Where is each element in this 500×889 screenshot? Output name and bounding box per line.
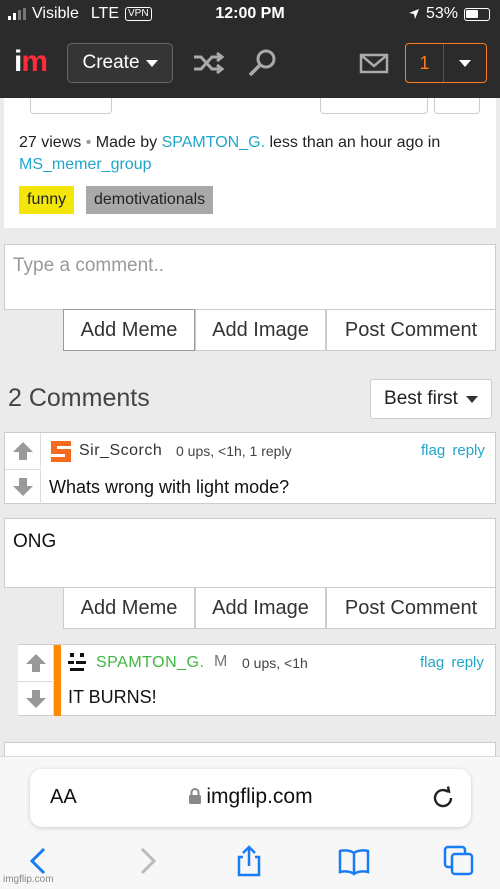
tag-demotivationals[interactable]: demotivationals [86,186,214,214]
battery-icon [464,7,490,21]
post-meta: 27 views • Made by SPAMTON_G. less than … [19,134,441,173]
app-header: iimm Create 1 [0,28,500,98]
post-info-card: 27 views • Made by SPAMTON_G. less than … [4,98,496,228]
status-bar: Visible LTE VPN 12:00 PM 53% [0,0,500,28]
comment-username[interactable]: SPAMTON_G. [96,654,204,672]
shuffle-icon[interactable] [192,48,224,78]
stream-link[interactable]: MS_memer_group [19,156,152,173]
reply-link[interactable]: reply [452,442,485,459]
flag-link[interactable]: flag [420,654,444,671]
avatar[interactable] [66,649,92,675]
comment-item: Sir_Scorch 0 ups, <1h, 1 reply flag repl… [4,432,496,504]
sort-label: Best first [384,388,458,409]
tag-funny[interactable]: funny [19,186,75,214]
chevron-down-icon [459,59,471,67]
add-meme-button[interactable]: Add Meme [63,309,195,351]
upvote-button[interactable] [5,433,41,468]
sort-select[interactable]: Best first [370,379,492,419]
chevron-down-icon [145,59,158,67]
downvote-icon [12,478,33,496]
made-by-label: Made by [95,134,158,151]
comment-actions: Add Meme Add Image Post Comment [63,309,496,351]
back-icon[interactable] [24,845,56,877]
mail-icon[interactable] [358,48,390,78]
notifications-button[interactable]: 1 [405,43,487,83]
view-count: 27 views [19,134,82,151]
bookmarks-icon[interactable] [338,845,370,877]
flag-link[interactable]: flag [421,442,445,459]
imgflip-logo[interactable]: iimm [14,45,48,79]
search-icon[interactable] [247,48,279,78]
comment-meta: 0 ups, <1h [242,655,308,671]
reply-actions: Add Meme Add Image Post Comment [63,587,496,629]
downvote-button[interactable] [18,681,54,716]
reply-comment-item: SPAMTON_G. M 0 ups, <1h flag reply IT BU… [18,644,496,716]
comment-text: Whats wrong with light mode? [49,477,290,497]
reply-input[interactable]: ONG [4,518,496,588]
reload-icon[interactable] [429,784,457,812]
author-link[interactable]: SPAMTON_G. [162,134,265,151]
mod-badge: M [214,653,228,670]
comment-links: flag reply [421,442,485,459]
comment-links: flag reply [420,654,484,671]
comment-text: IT BURNS! [68,687,157,707]
downvote-icon [25,690,46,708]
vote-buttons-cut[interactable] [30,98,112,114]
share-button-cut[interactable] [320,98,428,114]
downvote-button[interactable] [5,469,41,504]
post-comment-button[interactable]: Post Comment [326,309,496,351]
location-icon [408,9,419,19]
tabs-icon[interactable] [443,845,475,877]
more-button-cut[interactable] [434,98,480,114]
forward-icon[interactable] [130,845,162,877]
comment-input[interactable]: Type a comment.. [4,244,496,310]
watermark: imgflip.com [3,874,54,885]
add-image-button[interactable]: Add Image [195,587,326,629]
comment-username[interactable]: Sir_Scorch [79,442,162,460]
comments-count-heading: 2 Comments [8,384,150,412]
url-display[interactable]: imgflip.com [30,785,471,809]
browser-toolbar: AA imgflip.com [0,756,500,889]
op-indicator-bar [54,645,61,716]
upvote-button[interactable] [18,645,54,680]
battery-percent: 53% [425,5,458,22]
address-bar[interactable]: AA imgflip.com [30,769,471,827]
avatar[interactable] [47,437,75,465]
add-image-button[interactable]: Add Image [195,309,326,351]
reply-link[interactable]: reply [451,654,484,671]
post-comment-button[interactable]: Post Comment [326,587,496,629]
post-time: less than an hour ago in [269,134,441,151]
share-icon[interactable] [233,845,265,877]
url-text: imgflip.com [206,785,313,808]
create-button[interactable]: Create [67,43,173,83]
comment-meta: 0 ups, <1h, 1 reply [176,443,292,459]
upvote-icon [25,653,46,672]
lock-icon [189,788,202,804]
chevron-down-icon [465,395,478,403]
add-meme-button[interactable]: Add Meme [63,587,195,629]
notification-count: 1 [406,44,444,82]
upvote-icon [12,441,33,460]
create-label: Create [82,52,140,73]
